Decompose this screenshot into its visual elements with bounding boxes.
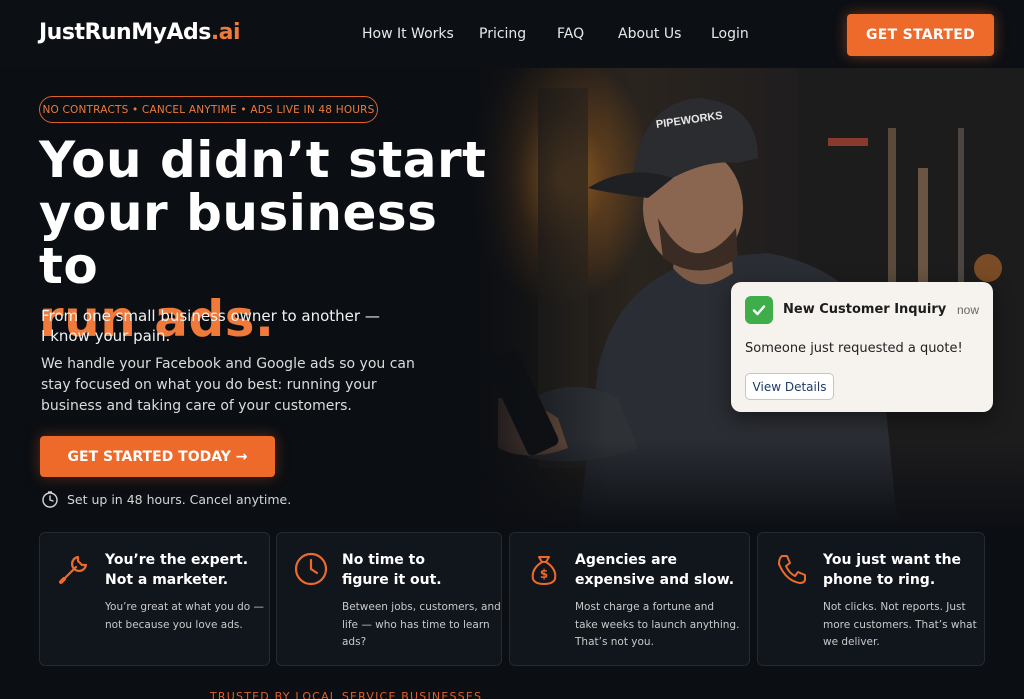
card-title: Agencies are expensive and slow.	[575, 550, 750, 590]
logo[interactable]: JustRunMyAds.ai	[39, 20, 241, 45]
svg-text:$: $	[540, 567, 548, 581]
card-title-line-2: phone to ring.	[823, 572, 936, 588]
card-title-line-1: You’re the expert.	[105, 552, 249, 568]
setup-note: Set up in 48 hours. Cancel anytime.	[41, 489, 291, 509]
card-title-line-2: expensive and slow.	[575, 572, 735, 588]
top-nav: JustRunMyAds.ai How It Works Pricing FAQ…	[0, 0, 1024, 68]
headline-line-2: your business to	[39, 184, 438, 295]
pain-card-expert: You’re the expert. Not a marketer. You’r…	[39, 532, 270, 666]
hero-fade-bottom	[468, 440, 1024, 531]
card-title: You just want the phone to ring.	[823, 550, 998, 590]
pain-card-agencies: $ Agencies are expensive and slow. Most …	[509, 532, 750, 666]
pain-card-phone: You just want the phone to ring. Not cli…	[757, 532, 985, 666]
card-title: No time to figure it out.	[342, 550, 517, 590]
view-details-button[interactable]: View Details	[745, 373, 834, 400]
card-title-line-2: Not a marketer.	[105, 572, 229, 588]
check-icon	[745, 296, 773, 324]
nav-link-login[interactable]: Login	[711, 26, 749, 42]
setup-note-text: Set up in 48 hours. Cancel anytime.	[67, 491, 292, 507]
get-started-button[interactable]: GET STARTED	[847, 14, 994, 56]
card-title-line-1: You just want the	[823, 552, 962, 568]
card-title-line-1: Agencies are	[575, 552, 677, 568]
trusted-label: TRUSTED BY LOCAL SERVICE BUSINESSES	[210, 690, 483, 699]
clock-icon	[294, 552, 328, 586]
phone-icon	[778, 555, 806, 584]
card-title-line-1: No time to	[342, 552, 425, 568]
card-text: You’re great at what you do — not becaus…	[105, 601, 264, 631]
card-text: Not clicks. Not reports. Just more custo…	[823, 601, 977, 648]
hero-description: We handle your Facebook and Google ads s…	[41, 356, 415, 414]
get-started-today-button[interactable]: GET STARTED TODAY →	[40, 436, 275, 477]
card-text: Most charge a fortune and take weeks to …	[575, 601, 740, 648]
nav-link-how-it-works[interactable]: How It Works	[362, 26, 454, 42]
card-text: Between jobs, customers, and life — who …	[342, 601, 501, 648]
pain-card-no-time: No time to figure it out. Between jobs, …	[276, 532, 502, 666]
notification-message: Someone just requested a quote!	[745, 341, 963, 356]
nav-link-pricing[interactable]: Pricing	[479, 26, 526, 42]
wrench-icon	[59, 555, 88, 584]
notification-time: now	[956, 303, 979, 317]
subheadline-line-2: I know your pain.	[41, 327, 171, 345]
nav-link-faq[interactable]: FAQ	[557, 26, 584, 42]
promo-pill: NO CONTRACTS • CANCEL ANYTIME • ADS LIVE…	[39, 96, 378, 123]
stopwatch-icon	[42, 491, 58, 508]
notification-title: New Customer Inquiry	[783, 302, 947, 317]
nav-link-about-us[interactable]: About Us	[618, 26, 681, 42]
money-bag-icon: $	[531, 556, 557, 585]
notification-card: New Customer Inquiry now Someone just re…	[731, 282, 993, 412]
card-title-line-2: figure it out.	[342, 572, 442, 588]
logo-main: JustRunMyAds	[39, 20, 211, 45]
card-title: You’re the expert. Not a marketer.	[105, 550, 280, 590]
hero-subheadline: From one small business owner to another…	[41, 306, 441, 346]
logo-suffix: .ai	[210, 20, 241, 45]
subheadline-line-1: From one small business owner to another…	[41, 307, 380, 325]
headline-line-1: You didn’t start	[39, 131, 487, 189]
